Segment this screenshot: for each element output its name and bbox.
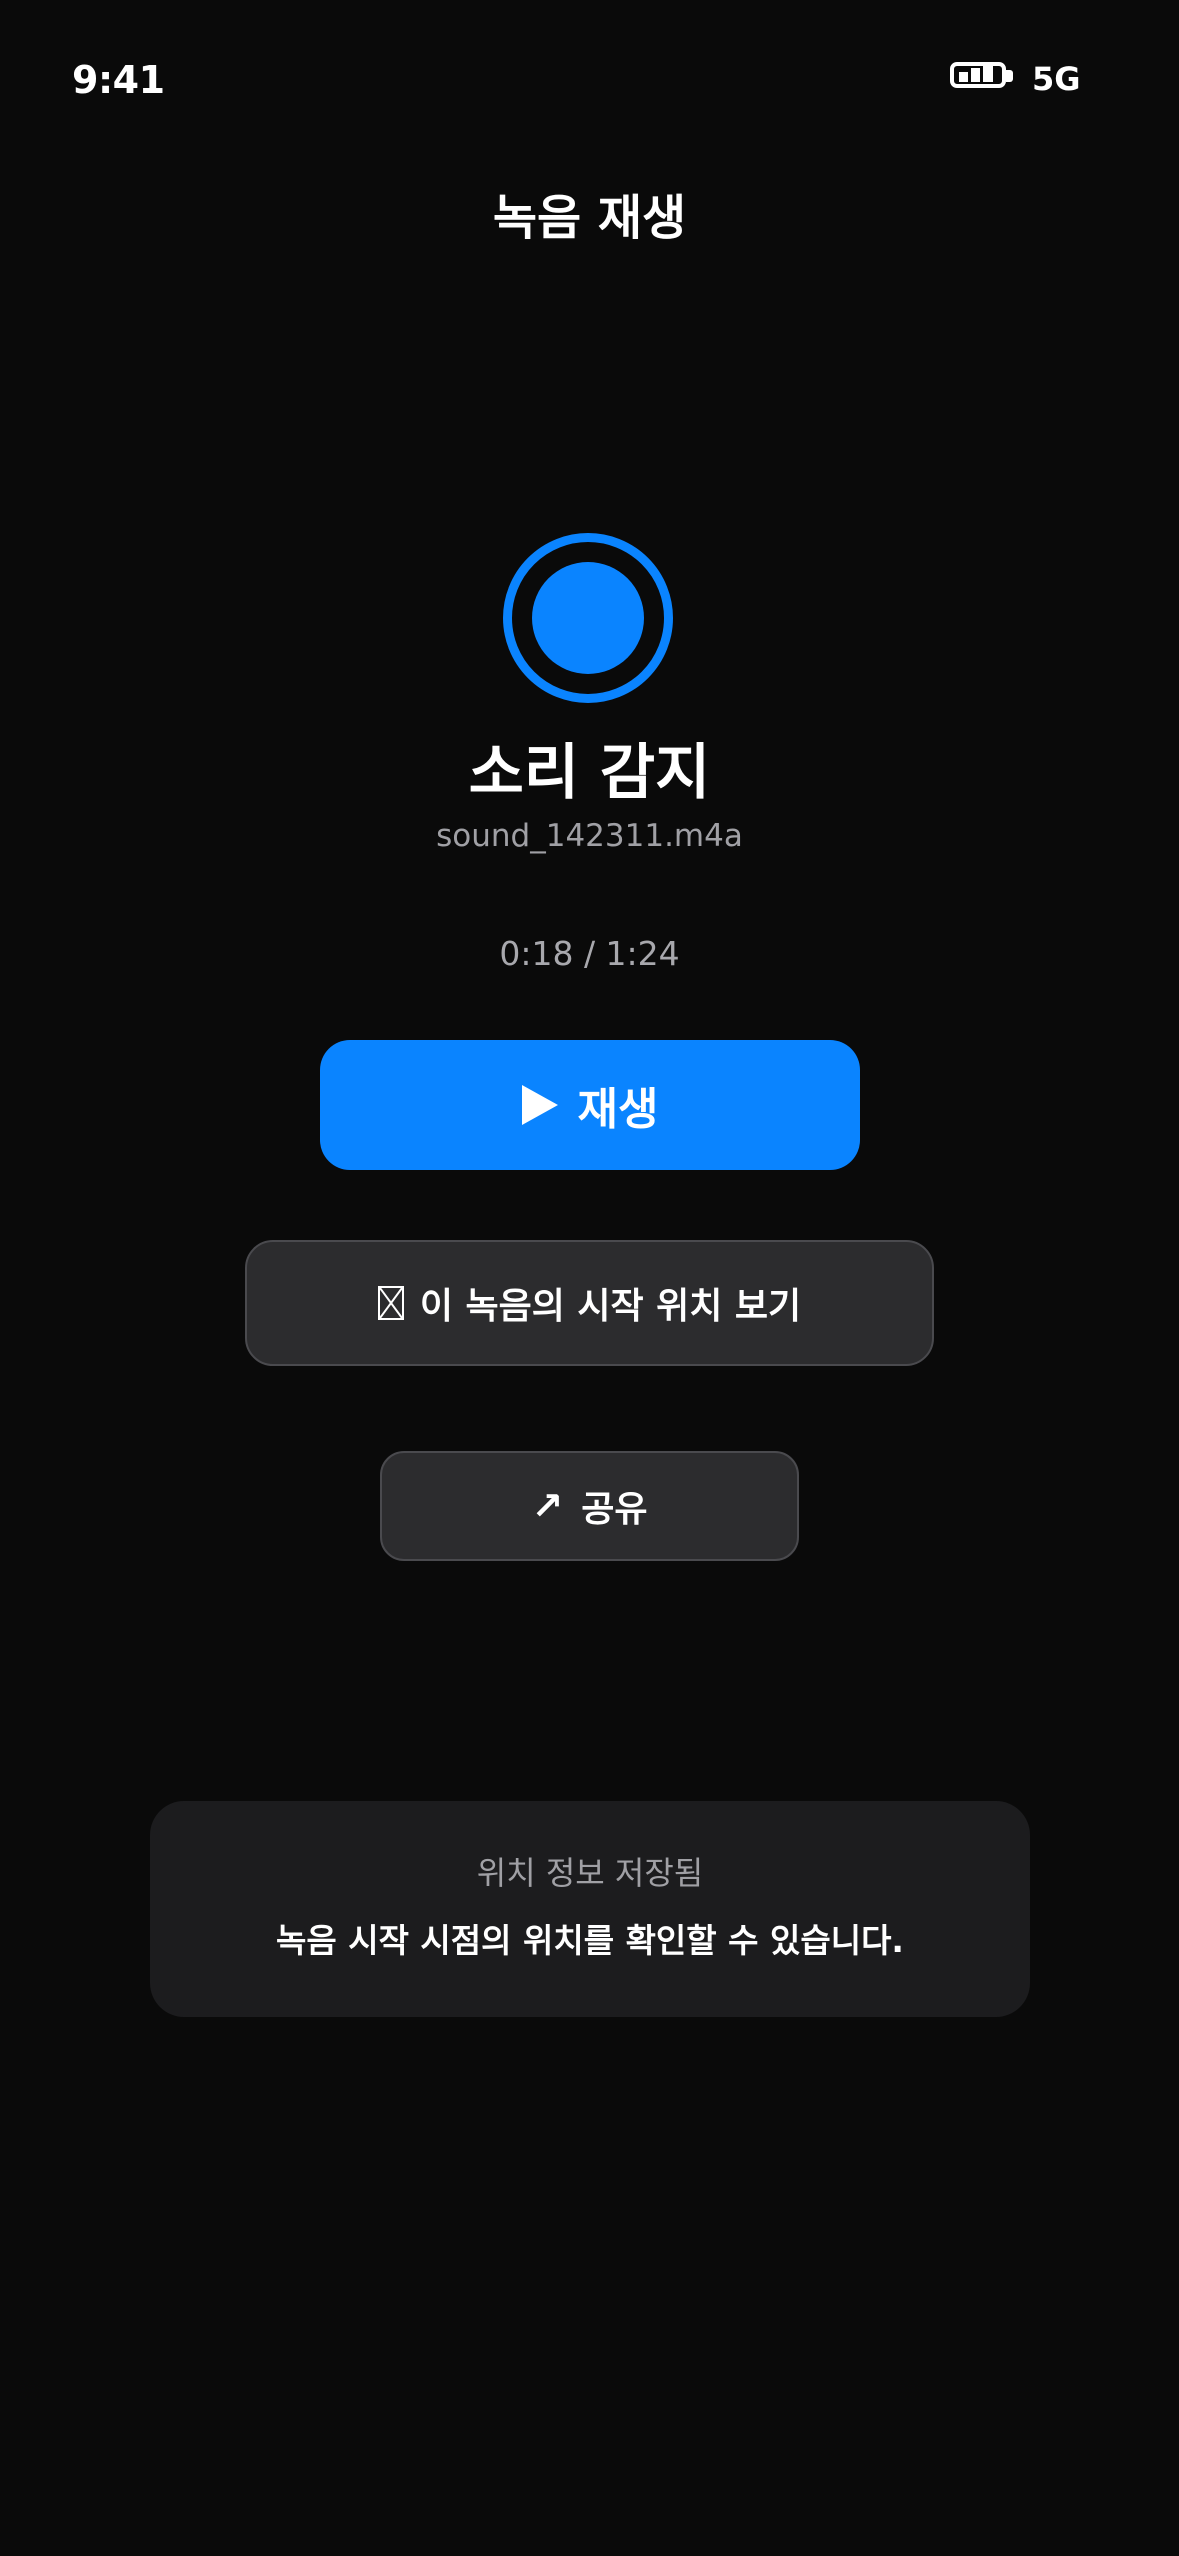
network-indicator: 5G <box>1032 60 1081 98</box>
page-title: 녹음 재생 <box>492 190 687 246</box>
location-info-body: 녹음 시작 시점의 위치를 확인할 수 있습니다. <box>276 1921 904 1960</box>
status-time: 9:41 <box>72 58 165 102</box>
view-start-location-label: 이 녹음의 시작 위치 보기 <box>419 1286 802 1327</box>
battery-level-bar <box>971 68 980 82</box>
file-name: sound_142311.m4a <box>436 818 743 854</box>
play-icon <box>521 1085 558 1125</box>
record-dot <box>532 562 644 674</box>
play-button-label: 재생 <box>577 1084 659 1135</box>
playback-time: 0:18 / 1:24 <box>499 934 680 973</box>
battery-tip <box>1006 70 1013 82</box>
recording-title: 소리 감지 <box>468 738 711 808</box>
map-icon <box>377 1286 404 1320</box>
location-info-title: 위치 정보 저장됨 <box>476 1854 704 1892</box>
play-button[interactable]: 재생 <box>320 1040 860 1170</box>
share-icon: ↗ <box>531 1484 564 1528</box>
view-start-location-button[interactable]: 이 녹음의 시작 위치 보기 <box>245 1240 934 1366</box>
battery-level-bar <box>983 64 993 82</box>
share-button-label: 공유 <box>581 1489 648 1530</box>
share-button[interactable]: ↗ 공유 <box>380 1451 799 1561</box>
location-info-card <box>150 1801 1030 2017</box>
battery-level-bar <box>959 72 968 82</box>
